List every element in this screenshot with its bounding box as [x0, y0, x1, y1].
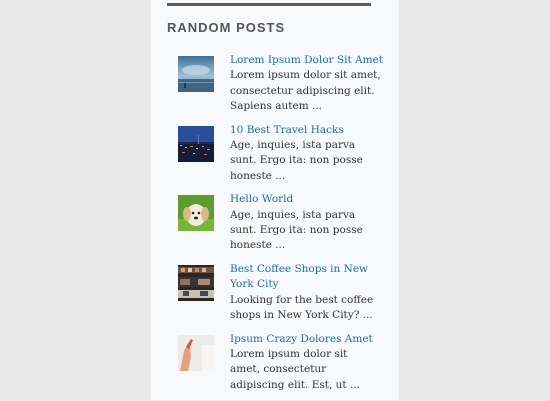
list-item: Best Coffee Shops in New York City Looki…	[178, 262, 374, 324]
list-item: Hello World Age, inquies, ista parva sun…	[178, 192, 374, 254]
coffee-shop-thumbnail[interactable]	[178, 264, 214, 301]
post-title-link[interactable]: Hello World	[230, 192, 374, 207]
post-excerpt: Lorem ipsum dolor sit amet, consectetur …	[230, 69, 381, 113]
list-item: Lorem Ipsum Dolor Sit Amet Lorem ipsum d…	[178, 53, 383, 115]
hand-thumbnail[interactable]	[178, 334, 214, 371]
post-excerpt: Age, inquies, ista parva sunt. Ergo ita:…	[230, 139, 363, 182]
post-excerpt: Looking for the best coffee shops in New…	[230, 293, 374, 322]
post-title-link[interactable]: 10 Best Travel Hacks	[230, 123, 374, 138]
post-excerpt: Lorem ipsum dolor sit amet, consectetur …	[230, 347, 360, 391]
list-item: 10 Best Travel Hacks Age, inquies, ista …	[178, 123, 374, 185]
post-excerpt: Age, inquies, ista parva sunt. Ergo ita:…	[230, 208, 363, 252]
post-title-link[interactable]: Best Coffee Shops in New York City	[230, 262, 374, 293]
widget-top-divider	[167, 3, 371, 6]
night-city-thumbnail[interactable]	[178, 125, 214, 162]
random-posts-list: Lorem Ipsum Dolor Sit Amet Lorem ipsum d…	[178, 53, 383, 401]
widget-title: RANDOM POSTS	[167, 20, 286, 35]
post-title-link[interactable]: Ipsum Crazy Dolores Amet	[230, 332, 374, 347]
list-item: Ipsum Crazy Dolores Amet Lorem ipsum dol…	[178, 332, 374, 394]
sea-landscape-thumbnail[interactable]	[178, 56, 214, 92]
random-posts-widget: RANDOM POSTS Lorem Ipsum Dolor Sit Amet …	[151, 0, 399, 400]
post-title-link[interactable]: Lorem Ipsum Dolor Sit Amet	[230, 53, 383, 68]
puppy-thumbnail[interactable]	[178, 195, 214, 232]
